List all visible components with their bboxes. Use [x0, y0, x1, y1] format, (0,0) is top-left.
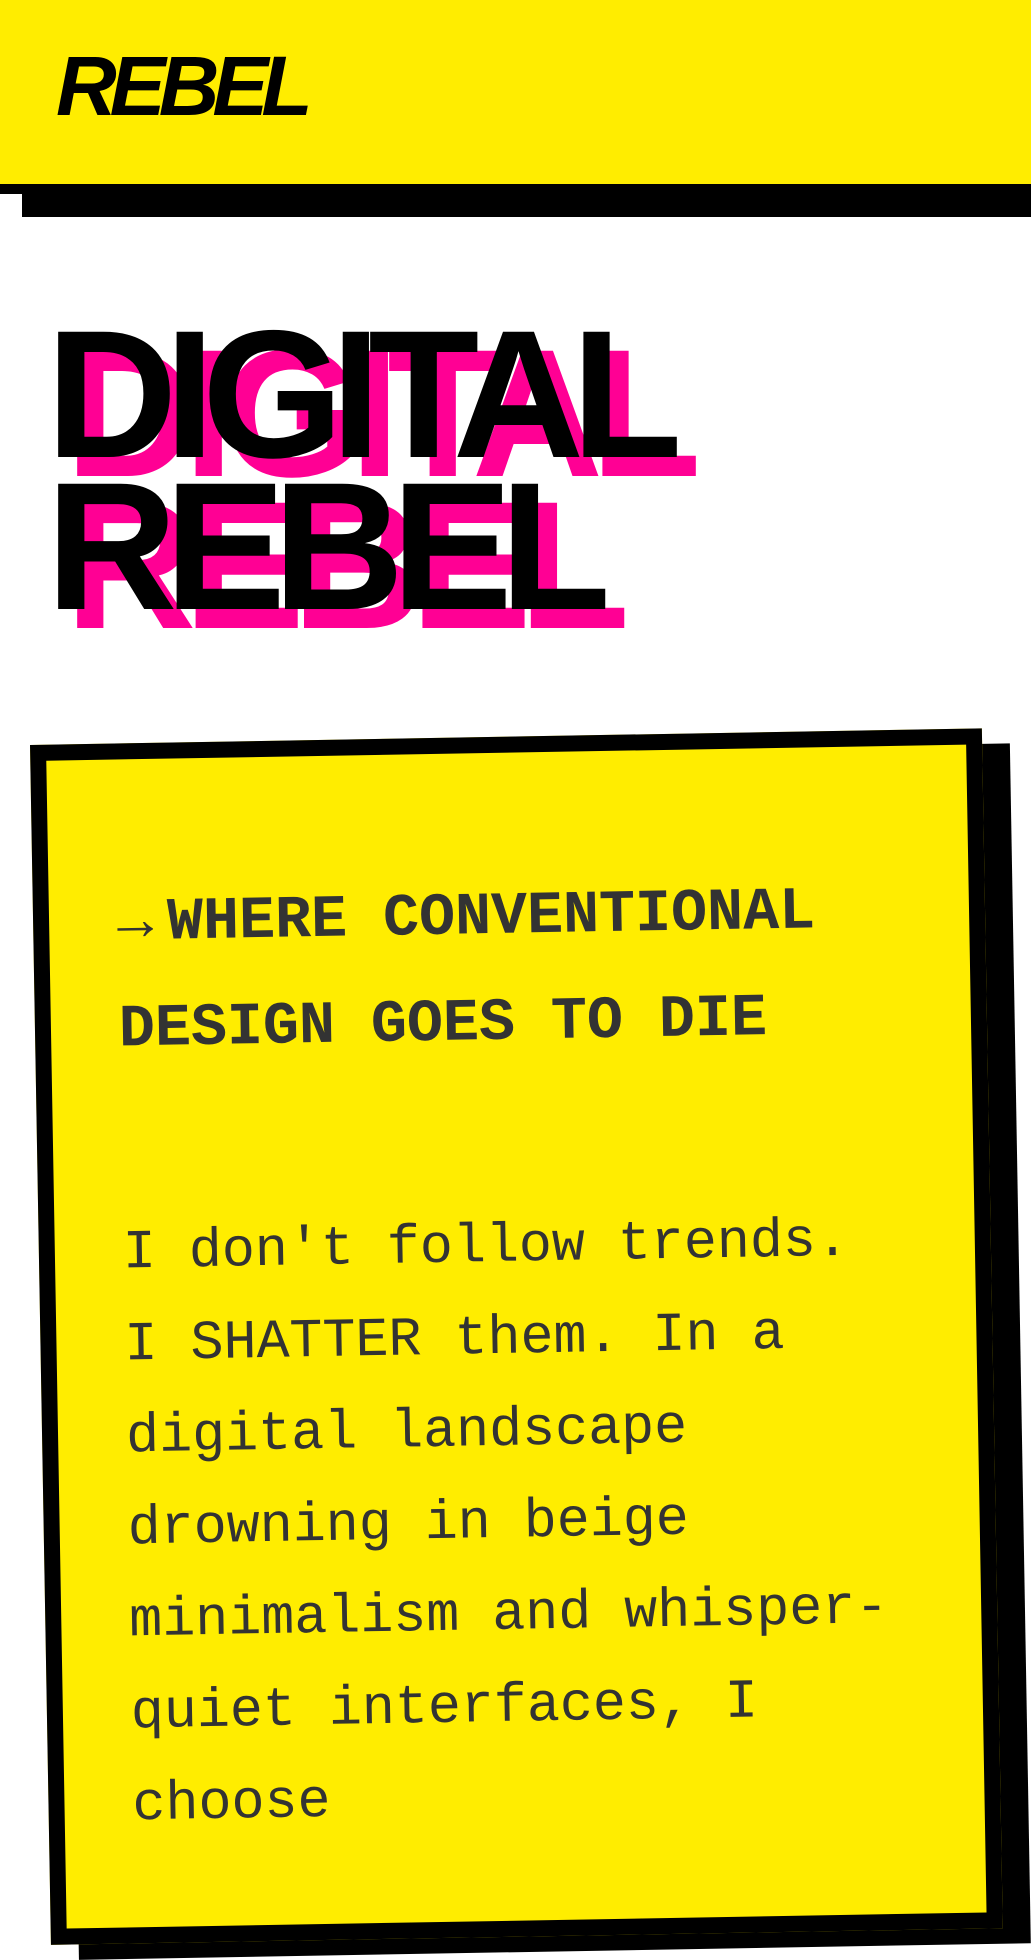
hero-title: DIGITAL DIGITAL REBEL REBEL: [46, 303, 986, 656]
hero-title-line-2: REBEL REBEL: [46, 444, 986, 656]
site-header: REBEL: [0, 0, 1031, 194]
hero-title-line-2-text: REBEL: [46, 444, 611, 648]
card-tagline: → WHERE CONVENTIONAL DESIGN GOES TO DIE: [116, 858, 880, 1083]
card-body-text: I don't follow trends. I SHATTER them. I…: [122, 1208, 889, 1837]
arrow-right-icon: →: [116, 889, 154, 959]
card-tagline-text: WHERE CONVENTIONAL DESIGN GOES TO DIE: [118, 878, 816, 1065]
manifesto-card: → WHERE CONVENTIONAL DESIGN GOES TO DIE I…: [30, 728, 1003, 1945]
logo[interactable]: REBEL: [56, 44, 313, 128]
